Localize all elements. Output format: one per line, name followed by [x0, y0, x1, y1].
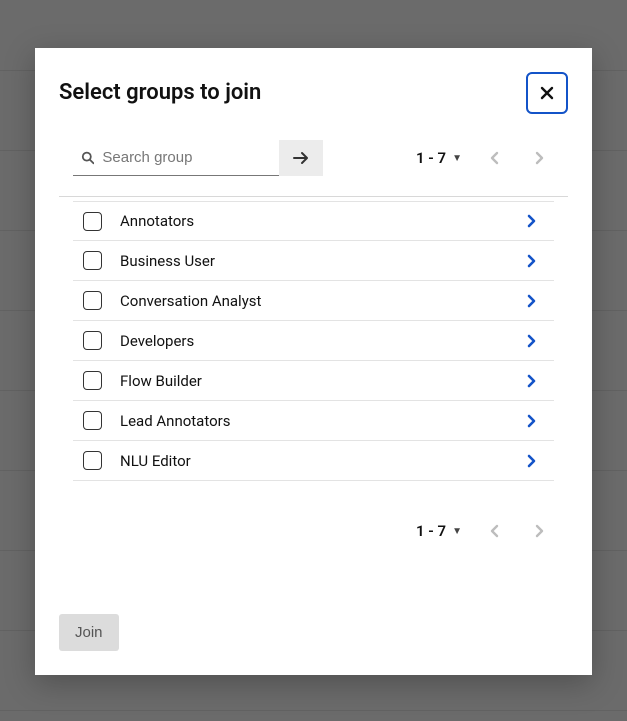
group-list: Annotators Business User Conversation Anal…: [59, 201, 568, 481]
chevron-right-icon: [535, 524, 545, 538]
chevron-left-icon: [489, 151, 499, 165]
toolbar: 1 - 7 ▼: [59, 140, 568, 176]
group-expand-button[interactable]: [520, 449, 544, 473]
group-row: Conversation Analyst: [73, 281, 554, 321]
search-wrap: [73, 140, 323, 176]
group-row: Business User: [73, 241, 554, 281]
group-name: Conversation Analyst: [120, 292, 502, 310]
group-checkbox[interactable]: [83, 411, 102, 430]
chevron-left-icon: [489, 524, 499, 538]
group-row: Developers: [73, 321, 554, 361]
chevron-right-icon: [527, 214, 537, 228]
group-expand-button[interactable]: [520, 249, 544, 273]
group-checkbox[interactable]: [83, 212, 102, 231]
pagination-bottom-wrap: 1 - 7 ▼: [59, 517, 568, 545]
group-expand-button[interactable]: [520, 289, 544, 313]
page-prev-button[interactable]: [480, 144, 508, 172]
group-name: Annotators: [120, 212, 502, 230]
chevron-right-icon: [527, 294, 537, 308]
group-name: Flow Builder: [120, 372, 502, 390]
chevron-right-icon: [527, 254, 537, 268]
page-range-selector[interactable]: 1 - 7 ▼: [416, 149, 462, 167]
group-checkbox[interactable]: [83, 291, 102, 310]
caret-down-icon: ▼: [452, 153, 462, 164]
group-name: Developers: [120, 332, 502, 350]
join-button[interactable]: Join: [59, 614, 119, 651]
group-checkbox[interactable]: [83, 451, 102, 470]
page-next-button[interactable]: [526, 144, 554, 172]
page-prev-button-bottom[interactable]: [480, 517, 508, 545]
group-expand-button[interactable]: [520, 209, 544, 233]
dialog-header: Select groups to join: [59, 72, 568, 114]
pagination-top: 1 - 7 ▼: [416, 144, 554, 172]
page-range-text: 1 - 7: [416, 149, 446, 167]
page-next-button-bottom[interactable]: [526, 517, 554, 545]
join-groups-dialog: Select groups to join 1 - 7 ▼: [35, 48, 592, 675]
chevron-right-icon: [527, 454, 537, 468]
group-checkbox[interactable]: [83, 371, 102, 390]
pagination-bottom: 1 - 7 ▼: [416, 517, 554, 545]
group-row: Lead Annotators: [73, 401, 554, 441]
chevron-right-icon: [535, 151, 545, 165]
group-checkbox[interactable]: [83, 251, 102, 270]
chevron-right-icon: [527, 374, 537, 388]
caret-down-icon: ▼: [452, 526, 462, 537]
group-name: NLU Editor: [120, 452, 502, 470]
chevron-right-icon: [527, 414, 537, 428]
page-range-text-bottom: 1 - 7: [416, 522, 446, 540]
dialog-footer: Join: [59, 614, 568, 651]
group-row: Flow Builder: [73, 361, 554, 401]
arrow-right-icon: [293, 151, 309, 165]
search-icon: [81, 150, 94, 165]
chevron-right-icon: [527, 334, 537, 348]
group-row: NLU Editor: [73, 441, 554, 481]
search-submit-button[interactable]: [279, 140, 323, 176]
divider: [59, 196, 568, 197]
group-expand-button[interactable]: [520, 409, 544, 433]
close-icon: [540, 86, 554, 100]
group-name: Lead Annotators: [120, 412, 502, 430]
dialog-title: Select groups to join: [59, 80, 261, 105]
page-range-selector-bottom[interactable]: 1 - 7 ▼: [416, 522, 462, 540]
group-name: Business User: [120, 252, 502, 270]
group-row: Annotators: [73, 201, 554, 241]
search-field[interactable]: [73, 140, 279, 176]
group-expand-button[interactable]: [520, 369, 544, 393]
group-checkbox[interactable]: [83, 331, 102, 350]
search-input[interactable]: [102, 149, 279, 166]
group-expand-button[interactable]: [520, 329, 544, 353]
close-button[interactable]: [526, 72, 568, 114]
